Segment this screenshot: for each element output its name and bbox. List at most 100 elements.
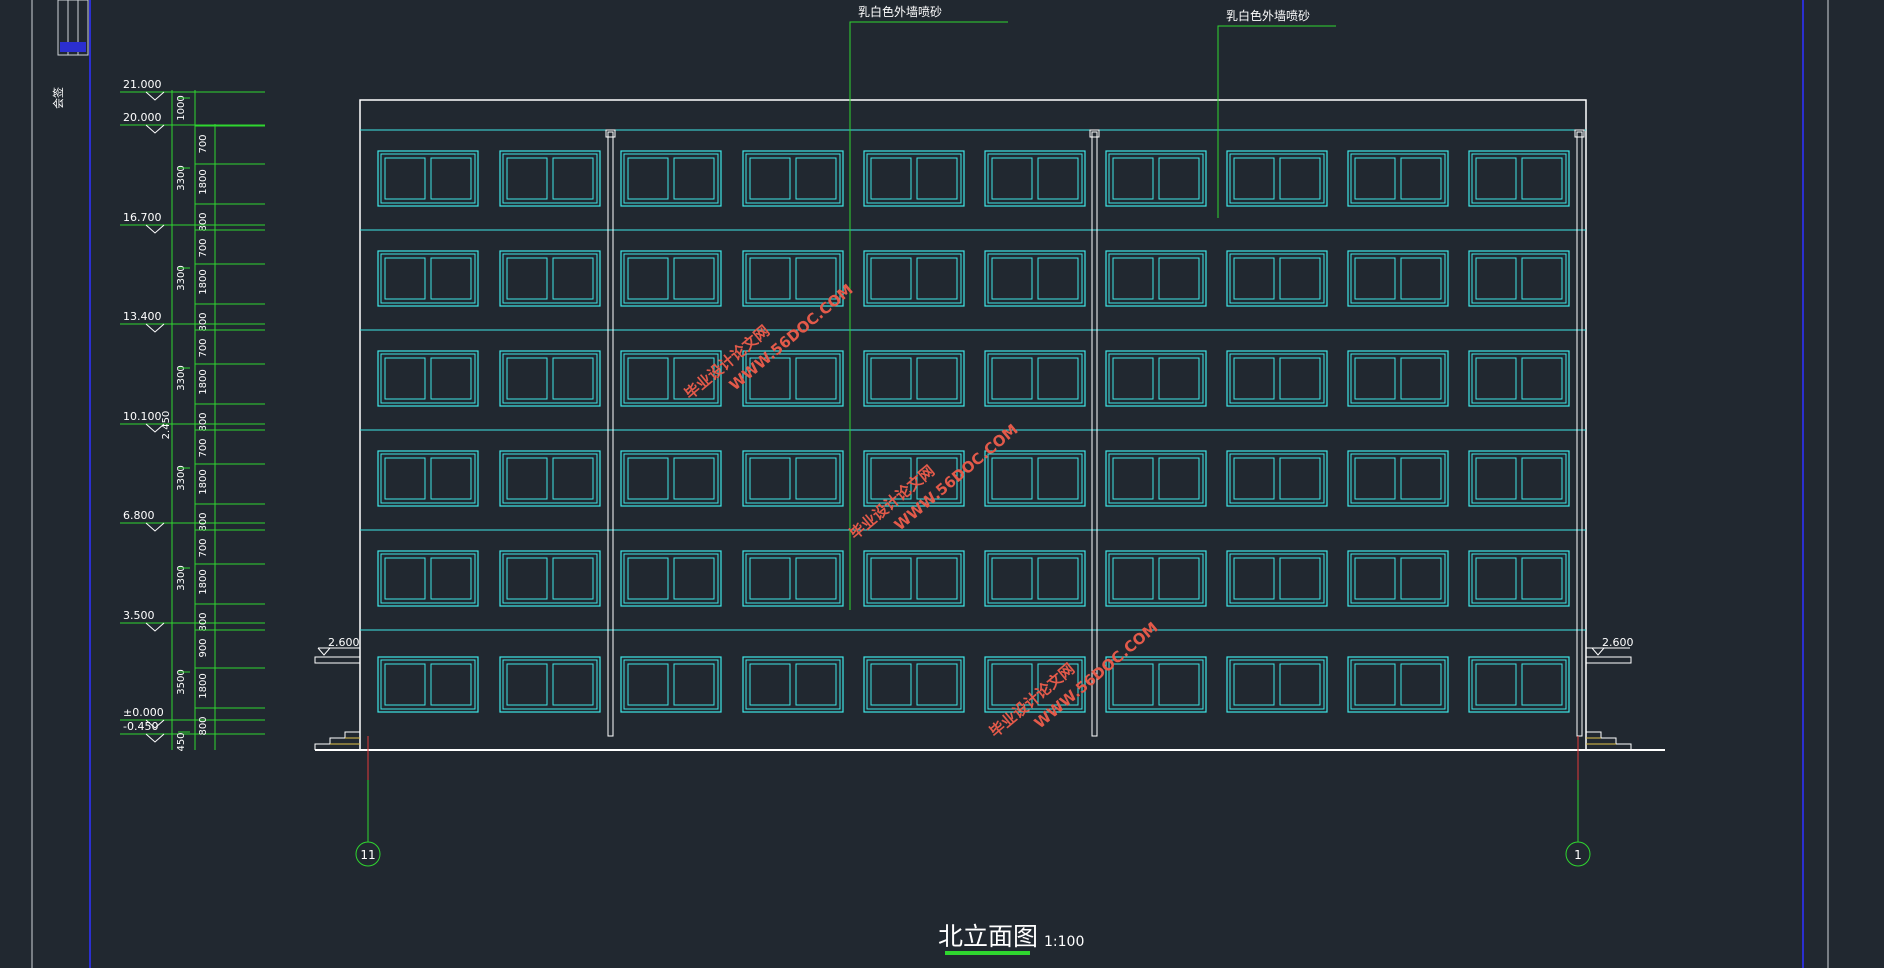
- window: [1226, 550, 1328, 607]
- dimension-label: 1800: [198, 569, 209, 594]
- elevation-marker: 13.400: [120, 310, 265, 333]
- window: [984, 350, 1086, 407]
- window: [620, 450, 722, 507]
- entrance-level-left-triangle: [317, 647, 331, 656]
- elevation-drawing: 会签 2.600 2.600 乳白色外墙喷砂 乳白色外墙喷砂 21.00020.…: [31, 0, 1829, 968]
- window: [1226, 350, 1328, 407]
- window: [742, 656, 844, 713]
- dimension-label: 1800: [198, 169, 209, 194]
- window: [1468, 656, 1570, 713]
- window: [984, 550, 1086, 607]
- window: [863, 550, 965, 607]
- dimension-label: 700: [198, 538, 209, 557]
- window: [620, 656, 722, 713]
- dimension-label: 700: [198, 134, 209, 153]
- window: [1347, 450, 1449, 507]
- axis-bubble-right: 1: [1565, 780, 1591, 867]
- window: [1105, 250, 1207, 307]
- window: [1468, 350, 1570, 407]
- window: [742, 450, 844, 507]
- watermark: 毕业设计论文网WWW.56DOC.COM: [986, 618, 1162, 741]
- extra-dimension: 2.450: [161, 411, 172, 440]
- window: [1347, 550, 1449, 607]
- dimension-label: 1800: [198, 269, 209, 294]
- window: [1347, 250, 1449, 307]
- window: [1347, 656, 1449, 713]
- window: [620, 550, 722, 607]
- dimension-label: 1800: [198, 469, 209, 494]
- window: [984, 450, 1086, 507]
- window: [499, 656, 601, 713]
- dimension-label: 700: [198, 338, 209, 357]
- finish-annotation-right: 乳白色外墙喷砂: [1217, 8, 1336, 218]
- dimension-label: 800: [198, 212, 209, 231]
- dimension-label: 800: [198, 412, 209, 431]
- elevation-label: 6.800: [123, 509, 155, 522]
- window: [1226, 656, 1328, 713]
- drawing-scale: 1:100: [1044, 934, 1084, 950]
- downpipes: [605, 129, 1585, 737]
- window: [499, 250, 601, 307]
- entrance-level-right: 2.600: [1602, 636, 1634, 649]
- window: [377, 250, 479, 307]
- dimension-label: 1000: [176, 95, 187, 120]
- dimension-label: 3300: [176, 365, 187, 390]
- window: [1105, 550, 1207, 607]
- finish-label-left: 乳白色外墙喷砂: [858, 4, 942, 19]
- axis-label-right: 1: [1574, 848, 1582, 862]
- window: [863, 250, 965, 307]
- watermark: 毕业设计论文网WWW.56DOC.COM: [846, 420, 1022, 543]
- elevation-label: 20.000: [123, 111, 162, 124]
- outer-dimensions: 1000 3300 3300 3300 3300 3300 3500 450: [176, 95, 190, 752]
- dimension-label: 1800: [198, 673, 209, 698]
- dimension-label: 700: [198, 238, 209, 257]
- entrance-level-left: 2.600: [328, 636, 360, 649]
- elevation-markers: 21.000 20.000 16.700 13.400 10.100 6.800 3.500…: [120, 78, 265, 743]
- building-outline: [359, 99, 1587, 751]
- window: [620, 250, 722, 307]
- elevation-label: ±0.000: [123, 706, 164, 719]
- dimension-label: 800: [198, 312, 209, 331]
- dimension-label: 800: [198, 716, 209, 735]
- dimension-label: 1800: [198, 369, 209, 394]
- window: [863, 656, 965, 713]
- elevation-label: -0.450: [123, 720, 158, 733]
- window: [1226, 250, 1328, 307]
- window: [1105, 350, 1207, 407]
- window: [1468, 150, 1570, 207]
- elevation-label: 10.100: [123, 410, 162, 423]
- finish-label-right: 乳白色外墙喷砂: [1226, 8, 1310, 23]
- window: [1347, 150, 1449, 207]
- window: [1468, 450, 1570, 507]
- window: [1105, 450, 1207, 507]
- window: [1226, 450, 1328, 507]
- window: [863, 350, 965, 407]
- elevation-marker: 21.000: [120, 78, 265, 101]
- elevation-label: 13.400: [123, 310, 162, 323]
- axis-bubble-left: 11: [355, 780, 381, 867]
- window: [377, 450, 479, 507]
- elevation-label: 21.000: [123, 78, 162, 91]
- drawing-title: 北立面图: [938, 922, 1038, 951]
- window: [499, 550, 601, 607]
- axis-label-left: 11: [360, 848, 375, 862]
- elevation-label: 3.500: [123, 609, 155, 622]
- dimension-label: 3300: [176, 165, 187, 190]
- window: [984, 250, 1086, 307]
- elevation-marker: 20.000: [120, 111, 265, 134]
- window: [1468, 250, 1570, 307]
- window: [377, 550, 479, 607]
- dimension-label: 3300: [176, 565, 187, 590]
- inner-dimensions: 700 1800 800 700 1800 800 700 1800 800 700 1800 800…: [195, 125, 265, 736]
- window: [377, 656, 479, 713]
- window: [742, 550, 844, 607]
- window: [377, 150, 479, 207]
- elevation-label: 16.700: [123, 211, 162, 224]
- entrance-level-right-triangle: [1591, 647, 1605, 656]
- watermark: 毕业设计论文网WWW.56DOC.COM: [681, 280, 857, 403]
- window: [863, 150, 965, 207]
- elevation-marker: 3.500: [120, 609, 265, 632]
- side-note: 会签: [51, 87, 65, 109]
- dimension-label: 450: [176, 732, 187, 751]
- window: [499, 450, 601, 507]
